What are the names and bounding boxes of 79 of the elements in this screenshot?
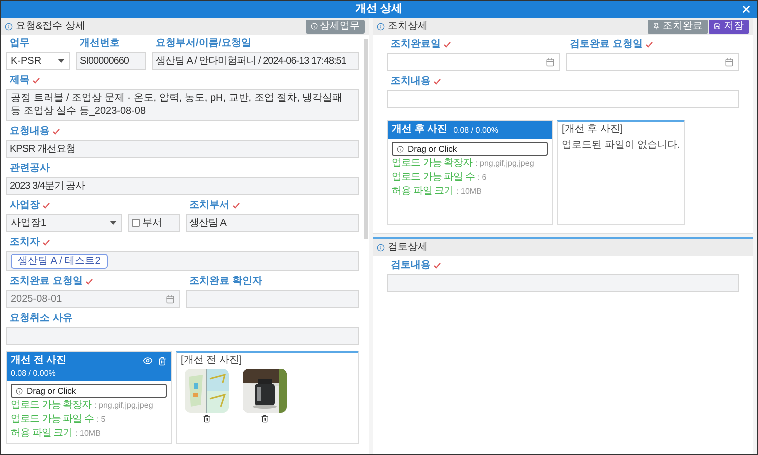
- field-label: 조치완료 요청일: [10, 276, 83, 288]
- checkbox-field[interactable]: 부서: [128, 214, 180, 232]
- upload-rule-label: 업로드 가능 확장자: [392, 158, 473, 170]
- calendar-icon: [725, 58, 734, 66]
- text-field[interactable]: 생산팀 A / 안다미험퍼니 / 2024-06-13 17:48:51: [152, 52, 359, 70]
- person-tag[interactable]: 생산팀 A / 테스트2: [11, 254, 108, 268]
- select-field[interactable]: 사업장1: [6, 214, 122, 232]
- field-label: 요청부서/이름/요청일: [156, 38, 252, 50]
- info-icon: [16, 388, 23, 394]
- field-label: 요청내용: [10, 126, 50, 138]
- field-label: 관련공사: [10, 163, 50, 175]
- upload-rule-value: : 10MB: [456, 186, 482, 198]
- window-title: 개선 상세: [355, 2, 403, 18]
- info-icon: [5, 22, 13, 30]
- upload-rule-value: : 5: [96, 414, 106, 426]
- field-label: 조치부서: [190, 200, 230, 212]
- upload-usage: 0.08 / 0.00%: [454, 124, 498, 136]
- upload-rule-label: 허용 파일 크기: [392, 186, 454, 198]
- field-label: 사업장: [10, 200, 40, 212]
- upload-rule-value: : 10MB: [76, 428, 101, 440]
- field-label: 업무: [10, 38, 30, 50]
- date-field[interactable]: 2025-08-01: [6, 290, 180, 308]
- info-icon: [311, 23, 318, 30]
- calendar-icon: [166, 294, 174, 304]
- field-label: 조치자: [10, 237, 40, 249]
- section-title: 조치상세: [388, 20, 428, 34]
- field-label: 검토완료 요청일: [570, 39, 643, 51]
- caret-icon: [110, 221, 116, 225]
- upload-rule-value: : 6: [478, 172, 487, 184]
- upload-button[interactable]: Drag or Click: [392, 142, 548, 156]
- date-field[interactable]: [387, 53, 560, 71]
- text-field[interactable]: [387, 90, 739, 108]
- text-field[interactable]: [186, 290, 359, 308]
- upload-rule-value: : png,gif,jpg,jpeg: [476, 158, 534, 170]
- delete-icon[interactable]: [203, 415, 211, 423]
- gallery-title: [개선 전 사진]: [181, 355, 244, 367]
- upload-rule-label: 업로드 가능 확장자: [11, 400, 92, 412]
- upload-rule-value: : png,gif,jpg,jpeg: [94, 400, 154, 412]
- save-button[interactable]: 저장: [709, 20, 749, 34]
- field-label: 요청취소 사유: [10, 313, 73, 325]
- caret-icon: [58, 59, 65, 63]
- upload-title: 개선 후 사진: [392, 123, 448, 137]
- text-field[interactable]: 생산팀 A: [186, 214, 359, 232]
- info-icon: [377, 244, 385, 252]
- upload-rule-label: 업로드 가능 파일 수: [392, 172, 475, 184]
- view-icon[interactable]: [143, 356, 153, 366]
- field-label: 검토내용: [391, 260, 431, 272]
- field-label: 조치내용: [391, 76, 431, 88]
- text-field[interactable]: [387, 274, 739, 292]
- save-icon: [714, 23, 721, 30]
- upload-rule-label: 업로드 가능 파일 수: [11, 414, 94, 426]
- info-icon: [377, 22, 385, 30]
- close-icon[interactable]: [741, 4, 752, 15]
- gallery-title: [개선 후 사진]: [562, 124, 624, 136]
- info-icon: [397, 146, 404, 152]
- select-field[interactable]: K-PSR: [6, 52, 70, 70]
- upload-title: 개선 전 사진: [11, 354, 67, 368]
- field-label: 제목: [10, 75, 30, 87]
- pin-icon: [653, 23, 660, 30]
- text-field[interactable]: SI00000660: [76, 52, 146, 70]
- calendar-icon: [546, 58, 555, 66]
- scrollbar[interactable]: [364, 39, 368, 239]
- section-title: 검토상세: [388, 241, 428, 255]
- upload-button[interactable]: Drag or Click: [11, 384, 167, 398]
- upload-usage: 0.08 / 0.00%: [11, 368, 57, 379]
- field-label: 조치완료 확인자: [190, 276, 262, 288]
- text-field[interactable]: KPSR 개선요청: [6, 140, 359, 158]
- tag-field[interactable]: 생산팀 A / 테스트2: [6, 251, 359, 271]
- field-label: 개선번호: [80, 38, 120, 50]
- section-title: 요청&접수 상세: [16, 20, 86, 34]
- delete-icon[interactable]: [261, 415, 269, 423]
- date-field[interactable]: [566, 53, 739, 71]
- checkbox[interactable]: [132, 219, 140, 227]
- text-area[interactable]: 공정 트러블 / 조업상 문제 - 온도, 압력, 농도, pH, 교반, 조업 절차, 냉각실패 등 조업상 실수 등_2023-08-08: [6, 89, 359, 121]
- field-label: 조치완료일: [391, 39, 441, 51]
- text-field[interactable]: 2023 3/4분기 공사: [6, 177, 359, 195]
- empty-message: 업로드된 파일이 없습니다.: [562, 139, 680, 153]
- text-field[interactable]: [6, 327, 359, 345]
- upload-rule-label: 허용 파일 크기: [11, 428, 73, 440]
